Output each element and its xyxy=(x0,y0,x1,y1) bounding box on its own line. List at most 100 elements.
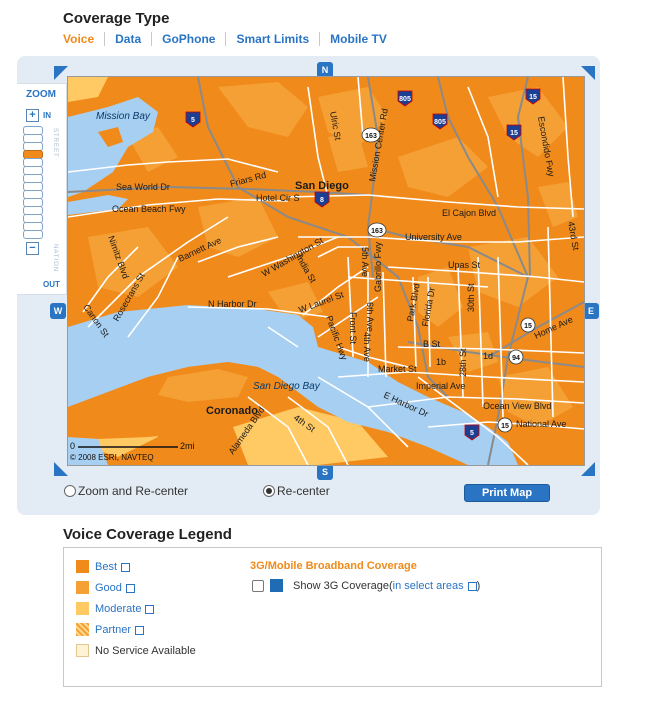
recenter-label: Re-center xyxy=(277,484,330,498)
tab-mobile-tv[interactable]: Mobile TV xyxy=(319,32,397,46)
show-3g-row: Show 3G Coverage(in select areas) xyxy=(252,579,480,592)
route-15-shield: 15 xyxy=(520,317,536,333)
tab-data[interactable]: Data xyxy=(104,32,151,46)
print-map-button[interactable]: Print Map xyxy=(464,484,550,502)
popup-icon[interactable] xyxy=(467,582,477,591)
pan-west-button[interactable]: W xyxy=(50,303,66,319)
zoom-title: ZOOM xyxy=(26,89,56,100)
svg-text:15: 15 xyxy=(524,323,532,330)
popup-icon[interactable] xyxy=(121,563,131,572)
popup-icon[interactable] xyxy=(145,605,155,614)
ocean-beach-label: Ocean Beach Fwy xyxy=(112,204,186,214)
one-d-label: 1d xyxy=(483,351,493,361)
pan-east-button[interactable]: E xyxy=(583,303,599,319)
imperial-label: Imperial Ave xyxy=(416,381,465,391)
el-cajon-label: El Cajon Blvd xyxy=(442,208,496,218)
svg-text:8: 8 xyxy=(320,197,324,204)
tab-smart-limits[interactable]: Smart Limits xyxy=(225,32,319,46)
map-copyright: © 2008 ESRI, NAVTEQ xyxy=(70,453,154,462)
route-163-shield-a: 163 xyxy=(361,127,381,143)
partner-swatch xyxy=(76,623,89,636)
svg-text:5: 5 xyxy=(470,430,474,437)
zoom-control: ZOOM + IN STREET − NATION OUT xyxy=(17,83,67,295)
zoom-level-14[interactable] xyxy=(23,230,43,239)
coverage-tabs: Voice Data GoPhone Smart Limits Mobile T… xyxy=(63,32,397,46)
svg-text:163: 163 xyxy=(365,133,377,140)
tab-voice[interactable]: Voice xyxy=(63,32,104,46)
show-3g-label: Show 3G Coverage( xyxy=(293,579,393,592)
tab-gophone[interactable]: GoPhone xyxy=(151,32,225,46)
coverage-map[interactable]: Mission Bay San Diego Bay Coronado San D… xyxy=(67,76,585,466)
zoom-recenter-label: Zoom and Re-center xyxy=(78,484,189,498)
close-paren: ) xyxy=(476,579,481,592)
legend-box: Best Good Moderate Partner No Service Av… xyxy=(63,547,602,687)
scale-two: 2mi xyxy=(180,441,195,451)
best-swatch xyxy=(76,560,89,573)
legend-item-moderate: Moderate xyxy=(76,602,155,615)
popup-icon[interactable] xyxy=(125,584,135,593)
coverage-type-title: Coverage Type xyxy=(63,10,170,27)
hotel-cir-label: Hotel Cir S xyxy=(256,193,300,203)
legend-item-partner: Partner xyxy=(76,623,145,636)
popup-icon[interactable] xyxy=(135,626,145,635)
legend-item-no-service: No Service Available xyxy=(76,644,196,657)
pan-south-button[interactable]: S xyxy=(317,464,333,480)
zoom-in-label: IN xyxy=(43,111,51,120)
fourth-label: 4th Ave xyxy=(362,332,372,362)
show-3g-checkbox[interactable] xyxy=(252,579,264,592)
broadband-title: 3G/Mobile Broadband Coverage xyxy=(250,560,417,572)
moderate-link[interactable]: Moderate xyxy=(95,603,141,615)
svg-text:15: 15 xyxy=(501,423,509,430)
san-diego-bay-label: San Diego Bay xyxy=(253,381,321,392)
svg-text:5: 5 xyxy=(191,117,195,124)
upas-label: Upas St xyxy=(448,260,481,270)
legend-item-good: Good xyxy=(76,581,135,594)
svg-text:805: 805 xyxy=(434,119,446,126)
zoom-out-label: OUT xyxy=(43,280,60,289)
good-swatch xyxy=(76,581,89,594)
no-service-label: No Service Available xyxy=(95,644,196,657)
street-label: STREET xyxy=(52,128,58,158)
scale-zero: 0 xyxy=(70,441,75,451)
university-label: University Ave xyxy=(405,232,462,242)
partner-link[interactable]: Partner xyxy=(95,624,131,636)
thirtieth-label: 30th St xyxy=(466,283,476,312)
front-label: Front St xyxy=(348,312,358,345)
recenter-option[interactable]: Re-center xyxy=(263,484,330,498)
sea-world-label: Sea World Dr xyxy=(116,182,170,192)
twentyeighth-label: 28th St xyxy=(458,348,468,377)
sixth-label: 6th Ave xyxy=(365,302,375,332)
ocean-view-label: Ocean View Blvd xyxy=(483,401,551,411)
mission-bay-label: Mission Bay xyxy=(96,111,151,122)
zoom-in-button[interactable]: + xyxy=(26,109,39,122)
legend-item-best: Best xyxy=(76,560,131,573)
one-b-label: 1b xyxy=(436,357,446,367)
route-94-shield: 94 xyxy=(508,349,524,365)
map-canvas: Mission Bay San Diego Bay Coronado San D… xyxy=(68,77,584,465)
svg-text:805: 805 xyxy=(399,96,411,103)
market-label: Market St xyxy=(378,364,417,374)
recenter-radio[interactable] xyxy=(263,485,275,497)
national-label: National Ave xyxy=(516,419,566,429)
fifth-label: 5th Ave xyxy=(360,247,370,277)
gabrillo-label: Gabrillo Fwy xyxy=(373,241,383,292)
svg-text:94: 94 xyxy=(512,355,520,362)
select-areas-link[interactable]: in select areas xyxy=(393,580,464,592)
zoom-recenter-radio[interactable] xyxy=(64,485,76,497)
3g-swatch xyxy=(270,579,283,592)
san-diego-label: San Diego xyxy=(295,180,349,192)
b-st-label: B St xyxy=(423,339,441,349)
good-link[interactable]: Good xyxy=(95,582,122,594)
route-163-shield-b: 163 xyxy=(367,222,387,238)
n-harbor-label: N Harbor Dr xyxy=(208,299,257,309)
nation-label: NATION xyxy=(52,244,58,273)
moderate-swatch xyxy=(76,602,89,615)
no-service-swatch xyxy=(76,644,89,657)
svg-text:163: 163 xyxy=(371,228,383,235)
svg-text:15: 15 xyxy=(529,94,537,101)
svg-text:15: 15 xyxy=(510,130,518,137)
best-link[interactable]: Best xyxy=(95,561,117,573)
route-15-shield-b: 15 xyxy=(497,417,513,433)
zoom-recenter-option[interactable]: Zoom and Re-center xyxy=(64,484,188,498)
zoom-out-button[interactable]: − xyxy=(26,242,39,255)
